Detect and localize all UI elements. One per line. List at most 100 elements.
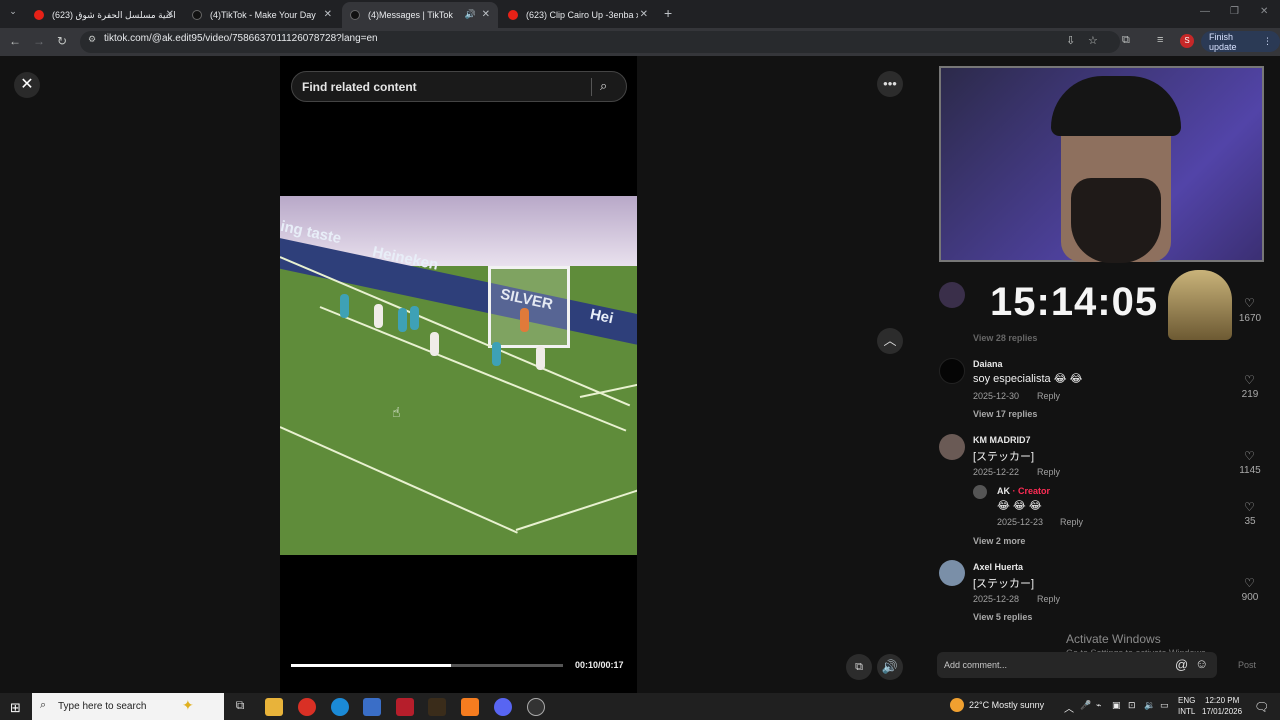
heart-icon[interactable]: ♡: [1244, 373, 1255, 387]
app-icon[interactable]: [396, 698, 414, 716]
taskbar-clock[interactable]: 12:20 PM: [1205, 696, 1239, 705]
close-window-icon[interactable]: ✕: [1260, 6, 1268, 17]
heart-icon[interactable]: ♡: [1244, 576, 1255, 590]
network-icon[interactable]: ⌁: [1096, 700, 1101, 711]
view-replies-link[interactable]: View 5 replies: [973, 612, 1032, 622]
reply-button[interactable]: Reply: [1037, 391, 1060, 401]
forward-icon[interactable]: →: [33, 34, 45, 48]
search-highlight-icon: ✦: [182, 697, 194, 713]
tab-tiktok-home[interactable]: (4)TikTok - Make Your Day ✕: [184, 2, 340, 28]
speaker-icon[interactable]: 🔊: [465, 9, 476, 20]
heart-icon[interactable]: ♡: [1244, 296, 1255, 310]
tab-clip-cairo[interactable]: (623) Clip Cairo Up -3enba x D ✕: [500, 2, 656, 28]
tray-app-icon[interactable]: ⊡: [1128, 700, 1136, 711]
restore-icon[interactable]: ❐: [1230, 6, 1239, 17]
heart-icon[interactable]: ♡: [1244, 449, 1255, 463]
avatar[interactable]: [973, 485, 987, 499]
bookmark-star-icon[interactable]: ☆: [1088, 34, 1098, 47]
edge-icon[interactable]: [331, 698, 349, 716]
chrome-icon[interactable]: [298, 698, 316, 716]
view-replies-link[interactable]: View 28 replies: [973, 333, 1037, 343]
tray-overflow-icon[interactable]: ︿: [1064, 700, 1074, 715]
comment-author[interactable]: Axel Huerta: [973, 562, 1023, 572]
tab-song[interactable]: اغنية مسلسل الحفرة شوق (623) ✕: [26, 2, 182, 28]
volume-icon[interactable]: 🔊: [877, 654, 903, 680]
video-time: 00:10/00:17: [575, 660, 624, 670]
finish-update-button[interactable]: Finish update ⋮: [1201, 31, 1280, 52]
mention-icon[interactable]: @: [1175, 657, 1188, 672]
post-button[interactable]: Post: [1238, 660, 1256, 670]
app-icon[interactable]: [461, 698, 479, 716]
back-icon[interactable]: ←: [9, 34, 21, 48]
tab-search-icon[interactable]: ⌄: [6, 6, 20, 20]
install-app-icon[interactable]: ⇩: [1066, 34, 1075, 47]
comment-date: 2025-12-30: [973, 391, 1020, 401]
reload-icon[interactable]: ↻: [57, 34, 67, 48]
video-progress-bar[interactable]: [291, 664, 563, 667]
language-layout[interactable]: INTL: [1178, 707, 1195, 716]
volume-icon[interactable]: 🔉: [1144, 700, 1155, 711]
player: [374, 304, 383, 328]
activate-windows-title: Activate Windows: [1066, 632, 1161, 646]
microphone-icon[interactable]: 🎤: [1080, 700, 1091, 711]
tray-app-icon[interactable]: ▣: [1112, 700, 1121, 711]
heart-icon[interactable]: ♡: [1244, 500, 1255, 514]
weather-text[interactable]: 22°C Mostly sunny: [969, 700, 1044, 710]
taskbar-search-box[interactable]: ⌕ Type here to search ✦: [32, 693, 224, 720]
new-tab-icon[interactable]: +: [664, 5, 672, 21]
game-icon[interactable]: [428, 698, 446, 716]
find-related-search[interactable]: Find related content ⌕: [291, 71, 627, 102]
reply-button[interactable]: Reply: [1037, 467, 1060, 477]
search-placeholder: Find related content: [302, 80, 417, 94]
search-divider: [591, 78, 592, 96]
youtube-favicon-icon: [508, 10, 518, 20]
windows-start-icon[interactable]: ⊞: [10, 700, 21, 716]
comment-author[interactable]: Daiana: [973, 359, 1003, 369]
add-comment-input[interactable]: Add comment... @ ☺: [937, 652, 1217, 678]
battery-icon[interactable]: ▭: [1160, 700, 1169, 711]
video-frame[interactable]: ing taste Heineken SILVER Hei: [280, 196, 637, 555]
creator-reply-author[interactable]: AK · Creator: [997, 486, 1050, 496]
file-explorer-icon[interactable]: [265, 698, 283, 716]
taskbar-date[interactable]: 17/01/2026: [1202, 707, 1242, 716]
close-tab-icon[interactable]: ✕: [482, 9, 490, 20]
avatar[interactable]: [939, 434, 965, 460]
close-tab-icon[interactable]: ✕: [324, 9, 332, 20]
notifications-icon[interactable]: 🗨: [1254, 700, 1269, 714]
comment-author[interactable]: KM MADRID7: [973, 435, 1031, 445]
media-control-icon[interactable]: ≡: [1157, 34, 1163, 46]
view-replies-link[interactable]: View 17 replies: [973, 409, 1037, 419]
reply-button[interactable]: Reply: [1037, 594, 1060, 604]
avatar[interactable]: [939, 560, 965, 586]
view-more-link[interactable]: View 2 more: [973, 536, 1025, 546]
url-text[interactable]: tiktok.com/@ak.edit95/video/758663701112…: [104, 33, 378, 44]
goalkeeper: [520, 308, 529, 332]
language-indicator[interactable]: ENG: [1178, 696, 1195, 705]
reply-button[interactable]: Reply: [1060, 517, 1083, 527]
task-view-icon[interactable]: ⧉: [231, 698, 249, 716]
avatar[interactable]: [939, 358, 965, 384]
avatar[interactable]: [939, 282, 965, 308]
close-video-button[interactable]: ✕: [14, 72, 40, 98]
floating-player-icon[interactable]: ⧉: [846, 654, 872, 680]
obs-icon[interactable]: [527, 698, 545, 716]
app-icon[interactable]: [363, 698, 381, 716]
search-icon: ⌕: [40, 699, 47, 711]
profile-avatar[interactable]: S: [1180, 34, 1194, 48]
goal-net: [488, 266, 570, 348]
search-icon[interactable]: ⌕: [600, 78, 607, 94]
more-options-icon[interactable]: •••: [877, 71, 903, 97]
emoji-icon[interactable]: ☺: [1195, 656, 1208, 671]
weather-sun-icon[interactable]: [950, 698, 964, 712]
comment-text: soy especialista 😂 😂: [973, 373, 1083, 385]
extensions-icon[interactable]: ⧉: [1122, 34, 1130, 47]
tab-tiktok-messages[interactable]: (4)Messages | TikTok 🔊 ✕: [342, 2, 498, 28]
discord-icon[interactable]: [494, 698, 512, 716]
close-tab-icon[interactable]: ✕: [166, 9, 174, 20]
mouse-cursor-icon: ☝: [392, 404, 401, 420]
previous-video-chevron-up-icon[interactable]: ︿: [877, 328, 903, 354]
minimize-icon[interactable]: —: [1200, 6, 1210, 17]
player: [430, 332, 439, 356]
close-tab-icon[interactable]: ✕: [640, 9, 648, 20]
site-info-icon[interactable]: ⚙: [88, 34, 96, 45]
